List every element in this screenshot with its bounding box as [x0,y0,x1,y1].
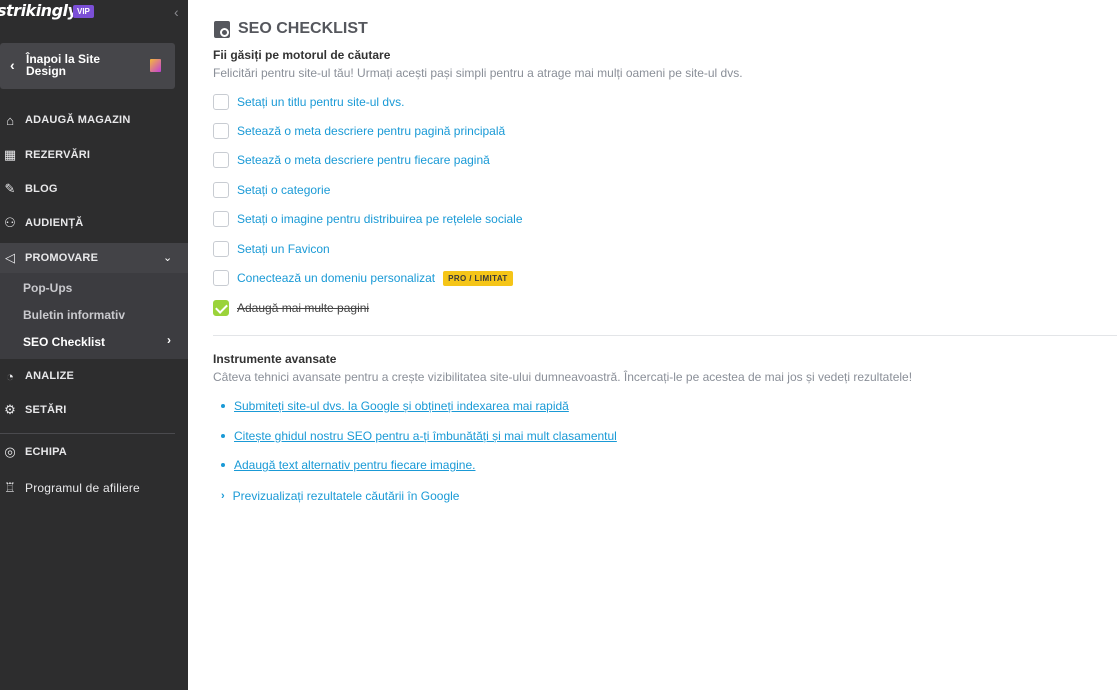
back-to-site-design-button[interactable]: ‹ Înapoi la Site Design [0,43,175,89]
nav-label: Programul de afiliere [25,481,140,495]
advanced-link[interactable]: Adaugă text alternativ pentru fiecare im… [221,458,475,472]
checklist-item-label[interactable]: Setează o meta descriere pentru fiecare … [237,153,490,167]
nav-team[interactable]: ◎ ECHIPA [0,437,188,467]
nav-add-store[interactable]: ⌂ ADAUGĂ MAGAZIN [0,105,188,135]
collapse-sidebar-icon[interactable]: ‹ [174,4,179,20]
link[interactable]: Citește ghidul nostru SEO pentru a-ți îm… [234,429,617,443]
preview-google-results[interactable]: › Previzualizați rezultatele căutării în… [221,489,459,503]
store-icon: ⌂ [6,112,14,128]
link[interactable]: Submiteți site-ul dvs. la Google și obți… [234,399,569,413]
nav-audience[interactable]: ⚇ AUDIENȚĂ [0,208,188,238]
bullet [221,434,225,438]
nav-label: BLOG [25,183,58,195]
nav-blog[interactable]: ✎ BLOG [0,174,188,204]
checklist-item-done[interactable]: Adaugă mai multe pagini [213,299,369,317]
trophy-icon: ♖ [4,480,16,495]
section-title: Instrumente avansate [213,352,337,366]
sidebar-divider [0,433,175,434]
checklist-item[interactable]: Setează o meta descriere pentru fiecare … [213,151,490,169]
checklist-item[interactable]: Setați o categorie [213,181,330,199]
seo-search-icon [214,21,230,38]
checkbox[interactable] [213,94,229,110]
nav-label: REZERVĂRI [25,149,91,161]
checkbox-checked[interactable] [213,300,229,316]
submenu-popups[interactable]: Pop-Ups [23,281,72,295]
checkbox[interactable] [213,211,229,227]
chevron-left-icon: ‹ [10,57,15,73]
chevron-right-icon: › [221,490,225,502]
checklist-item-label[interactable]: Setați o categorie [237,183,330,197]
gear-icon: ⚙ [4,402,16,417]
bullet [221,404,225,408]
nav-label: SETĂRI [25,404,67,416]
submenu-seo-checklist[interactable]: SEO Checklist [23,335,105,349]
back-button-label: Înapoi la Site Design [26,52,101,78]
checkbox[interactable] [213,270,229,286]
main-content: SEO CHECKLIST Fii găsiți pe motorul de c… [188,0,1117,690]
vip-badge: VIP [73,5,94,18]
chevron-down-icon: ⌄ [163,252,173,264]
checklist-item-label[interactable]: Setați un Favicon [237,242,330,256]
nav-label: ECHIPA [25,446,67,458]
preview-label[interactable]: Previzualizați rezultatele căutării în G… [233,489,460,503]
nav-settings[interactable]: ⚙ SETĂRI [0,395,188,425]
nav-analytics[interactable]: ◔ ANALIZE [0,361,188,391]
checklist-item-label[interactable]: Setați un titlu pentru site-ul dvs. [237,95,404,109]
nav-label: ANALIZE [25,370,75,382]
nav-affiliate[interactable]: ♖ Programul de afiliere [0,473,188,503]
checkbox[interactable] [213,182,229,198]
section-description: Felicitări pentru site-ul tău! Urmați ac… [213,66,743,80]
document-icon [150,59,161,72]
checklist-item[interactable]: Setați un Favicon [213,240,330,258]
users-icon: ⚇ [4,215,16,230]
checklist-item[interactable]: Setați o imagine pentru distribuirea pe … [213,210,523,228]
pro-badge: PRO / LIMITAT [443,270,513,286]
megaphone-icon: ◁ [5,250,15,265]
link[interactable]: Adaugă text alternativ pentru fiecare im… [234,458,475,472]
sidebar: strikingly VIP ‹ ‹ Înapoi la Site Design… [0,0,188,690]
team-icon: ◎ [4,444,16,459]
checklist-item-label: Adaugă mai multe pagini [237,301,370,315]
checklist-item[interactable]: Conectează un domeniu personalizat PRO /… [213,269,513,287]
logo[interactable]: strikingly [0,1,78,20]
nav-label: ADAUGĂ MAGAZIN [25,114,131,126]
checkbox[interactable] [213,152,229,168]
nav-promote[interactable]: ◁ PROMOVARE ⌄ [0,243,188,273]
nav-bookings[interactable]: ▦ REZERVĂRI [0,140,188,170]
checklist-item-label[interactable]: Conectează un domeniu personalizat [237,271,435,285]
bullet [221,463,225,467]
checklist-item-label[interactable]: Setează o meta descriere pentru pagină p… [237,124,505,138]
checklist-item-label[interactable]: Setați o imagine pentru distribuirea pe … [237,212,523,226]
section-divider [213,335,1117,336]
checklist-item[interactable]: Setează o meta descriere pentru pagină p… [213,122,505,140]
logo-row: strikingly VIP ‹ [0,0,188,28]
nav-label: AUDIENȚĂ [25,217,84,229]
advanced-link[interactable]: Citește ghidul nostru SEO pentru a-ți îm… [221,429,617,443]
checklist-item[interactable]: Setați un titlu pentru site-ul dvs. [213,93,404,111]
page-title: SEO CHECKLIST [238,20,368,37]
section-title: Fii găsiți pe motorul de căutare [213,48,391,62]
chevron-right-icon: › [167,333,171,347]
submenu-newsletter[interactable]: Buletin informativ [23,308,125,322]
section-description: Câteva tehnici avansate pentru a crește … [213,370,913,384]
calendar-icon: ▦ [3,147,17,162]
checkbox[interactable] [213,241,229,257]
feather-icon: ✎ [4,181,16,196]
nav-label: PROMOVARE [25,252,99,264]
pie-chart-icon: ◔ [6,368,14,384]
advanced-link[interactable]: Submiteți site-ul dvs. la Google și obți… [221,399,569,413]
checkbox[interactable] [213,123,229,139]
